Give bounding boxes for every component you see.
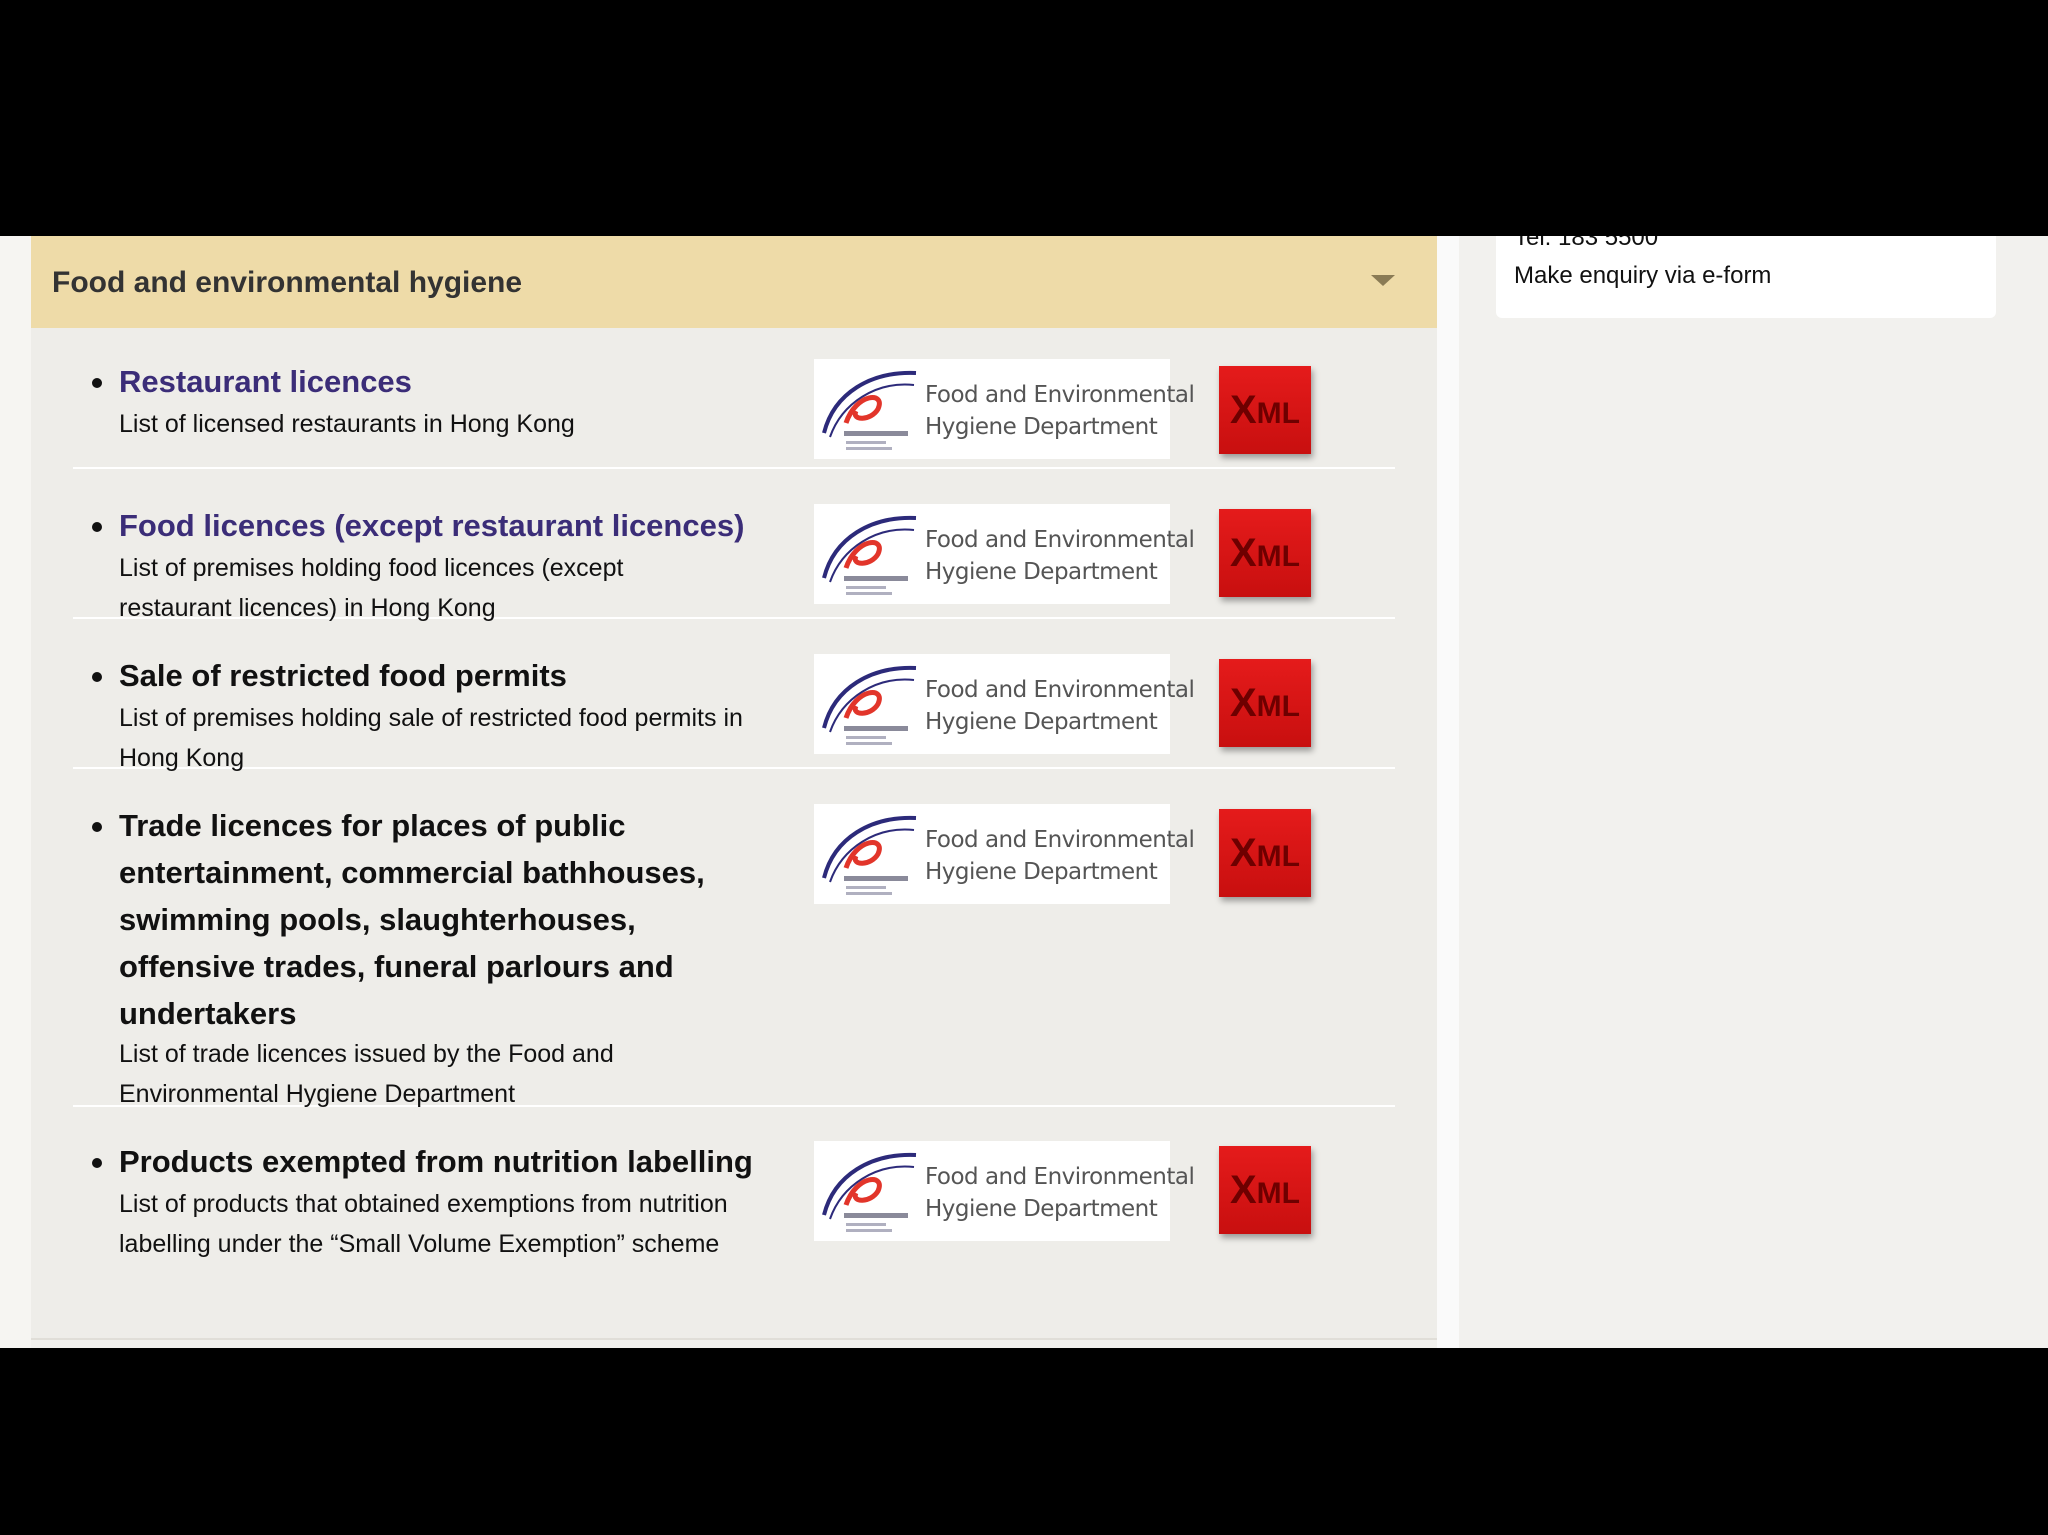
logo-line2: Hygiene Department [925,1196,1158,1222]
dataset-title-link[interactable]: Food licences (except restaurant licence… [119,502,819,549]
logo-line1: Food and Environmental [925,382,1195,408]
bullet [92,1158,102,1168]
logo-line1: Food and Environmental [925,1164,1195,1190]
bullet [92,672,102,682]
dataset-title: Products exempted from nutrition labelli… [119,1144,753,1179]
dataset-description: List of premises holding sale of restric… [119,704,743,772]
fehd-emblem-icon [822,665,917,745]
fehd-logo: Food and Environmental Hygiene Departmen… [814,804,1195,904]
accordion-header[interactable]: Food and environmental hygiene [31,236,1437,328]
xml-download-button[interactable]: X ML [1219,509,1311,597]
dataset-title-link[interactable]: Restaurant licences [119,358,819,405]
letterbox-top [0,0,2048,236]
dataset-description: List of licensed restaurants in Hong Kon… [119,410,575,438]
dataset-title: Trade licences for places of public ente… [119,808,705,1031]
logo-line1: Food and Environmental [925,827,1195,853]
letterbox-bottom [0,1348,2048,1535]
bullet [92,822,102,832]
fehd-emblem-icon [822,815,917,895]
logo-line2: Hygiene Department [925,414,1158,440]
fehd-logo: Food and Environmental Hygiene Departmen… [814,654,1195,754]
fehd-logo: Food and Environmental Hygiene Departmen… [814,359,1195,459]
contact-tel: Tel: 183 5500 [1514,236,1659,251]
dataset-description: List of products that obtained exemption… [119,1190,728,1258]
dataset-description: List of trade licences issued by the Foo… [119,1040,614,1108]
xml-download-button[interactable]: X ML [1219,809,1311,897]
chevron-down-icon[interactable] [1371,275,1395,286]
xml-download-button[interactable]: X ML [1219,1146,1311,1234]
logo-line1: Food and Environmental [925,677,1195,703]
accordion-panel: Food and environmental hygiene Restauran… [31,236,1437,1340]
fehd-logo: Food and Environmental Hygiene Departmen… [814,504,1195,604]
left-gutter [0,236,31,1348]
fehd-emblem-icon [822,370,917,450]
fehd-emblem-icon [822,515,917,595]
column-divider [1437,236,1459,1348]
logo-line2: Hygiene Department [925,559,1158,585]
fehd-logo: Food and Environmental Hygiene Departmen… [814,1141,1195,1241]
contact-card: Tel: 183 5500 Make enquiry via e-form [1496,236,1996,318]
enquiry-eform-link[interactable]: Make enquiry via e-form [1514,262,1771,290]
logo-line1: Food and Environmental [925,527,1195,553]
bullet [92,522,102,532]
bullet [92,378,102,388]
dataset-title: Sale of restricted food permits [119,658,567,693]
dataset-description: List of premises holding food licences (… [119,554,624,622]
logo-line2: Hygiene Department [925,709,1158,735]
logo-line2: Hygiene Department [925,859,1158,885]
xml-download-button[interactable]: X ML [1219,366,1311,454]
fehd-emblem-icon [822,1152,917,1232]
section-title: Food and environmental hygiene [52,266,523,299]
xml-download-button[interactable]: X ML [1219,659,1311,747]
page-viewport: Food and environmental hygiene Restauran… [0,236,2048,1348]
